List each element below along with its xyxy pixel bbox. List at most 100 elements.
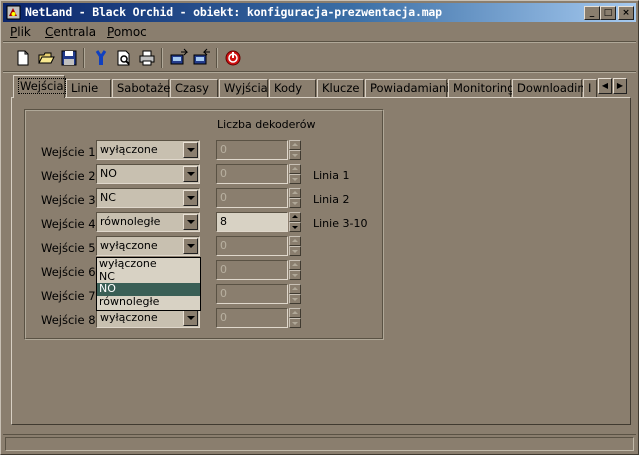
stop-icon[interactable] [223, 48, 243, 68]
input-2-decoder-stepper [289, 164, 301, 184]
tab-monitoring[interactable]: Monitoring [448, 79, 515, 97]
tab-czasy[interactable]: Czasy [170, 79, 218, 97]
tab-wejscia[interactable]: Wejścia [13, 75, 66, 98]
spin-up-icon [289, 140, 301, 150]
close-button[interactable]: × [618, 6, 634, 20]
spin-up-icon [289, 284, 301, 294]
toolbar-separator [83, 48, 85, 68]
open-folder-icon[interactable] [36, 48, 56, 68]
status-panel [5, 437, 634, 451]
app-window: NetLand - Black Orchid - obiekt: konfigu… [0, 0, 639, 455]
chevron-down-icon[interactable] [183, 238, 198, 254]
app-icon [6, 5, 21, 20]
spin-up-icon [289, 188, 301, 198]
toolbar-separator [161, 48, 163, 68]
input-5-mode-dropdown: wyłączone NC NO równoległe [96, 257, 201, 311]
connect-icon[interactable] [91, 48, 111, 68]
input-5-mode-select[interactable]: wyłączone [96, 236, 200, 256]
toolbar-separator [216, 48, 218, 68]
input-2-mode-select[interactable]: NO [96, 164, 200, 184]
menu-plik[interactable]: Plik [10, 25, 31, 39]
input-2-decoder-field: 0 [216, 164, 288, 184]
spin-up-icon [289, 164, 301, 174]
spin-down-icon [289, 294, 301, 304]
dropdown-option-wylaczone[interactable]: wyłączone [97, 257, 200, 271]
send-icon[interactable] [169, 48, 189, 68]
input-8-mode-select[interactable]: wyłączone [96, 308, 200, 328]
input-1-decoder-field: 0 [216, 140, 288, 160]
input-3-line-note: Linia 2 [313, 193, 350, 206]
tab-scroll-left-button[interactable]: ◀ [598, 78, 612, 94]
input-7-decoder-field: 0 [216, 284, 288, 304]
tab-kody[interactable]: Kody [269, 79, 316, 97]
tab-downloading[interactable]: Downloading [512, 79, 592, 97]
spin-down-icon [289, 246, 301, 256]
input-6-decoder-stepper [289, 260, 301, 280]
menu-pomoc[interactable]: Pomoc [107, 25, 147, 39]
tab-wyjscia[interactable]: Wyjścia [219, 79, 268, 97]
spin-up-icon[interactable] [289, 212, 301, 222]
decoder-count-header: Liczba dekoderów [217, 118, 316, 131]
input-1-decoder-stepper [289, 140, 301, 160]
chevron-down-icon[interactable] [183, 142, 198, 158]
chevron-down-icon[interactable] [183, 310, 198, 326]
spin-down-icon[interactable] [289, 222, 301, 232]
print-preview-icon[interactable] [114, 48, 134, 68]
input-4-decoder-field[interactable]: 8 [216, 212, 288, 232]
input-2-line-note: Linia 1 [313, 169, 350, 182]
status-bar [3, 434, 636, 452]
input-3-decoder-field: 0 [216, 188, 288, 208]
input-3-label: Wejście 3 [41, 193, 96, 207]
window-title: NetLand - Black Orchid - obiekt: konfigu… [25, 5, 442, 19]
input-3-decoder-stepper [289, 188, 301, 208]
input-7-decoder-stepper [289, 284, 301, 304]
tab-scroll-right-button[interactable]: ▶ [613, 78, 627, 94]
chevron-down-icon[interactable] [183, 214, 198, 230]
print-icon[interactable] [137, 48, 157, 68]
toolbar [3, 44, 636, 72]
input-4-mode-select[interactable]: równoległe [96, 212, 200, 232]
new-file-icon[interactable] [13, 48, 33, 68]
input-5-decoder-field: 0 [216, 236, 288, 256]
save-icon[interactable] [59, 48, 79, 68]
title-bar[interactable]: NetLand - Black Orchid - obiekt: konfigu… [3, 3, 636, 22]
spin-down-icon [289, 270, 301, 280]
input-8-decoder-field: 0 [216, 308, 288, 328]
tab-linie[interactable]: Linie [66, 79, 111, 97]
spin-up-icon [289, 308, 301, 318]
menu-centrala[interactable]: Centrala [45, 25, 96, 39]
input-4-line-note: Linie 3-10 [313, 217, 368, 230]
input-4-label: Wejście 4 [41, 217, 96, 231]
minimize-button[interactable]: _ [584, 6, 600, 20]
spin-up-icon [289, 236, 301, 246]
tab-klucze[interactable]: Klucze [317, 79, 364, 97]
input-2-label: Wejście 2 [41, 169, 96, 183]
spin-down-icon [289, 174, 301, 184]
spin-down-icon [289, 198, 301, 208]
menu-bar: Plik Centrala Pomoc [3, 23, 636, 41]
dropdown-option-rownolegle[interactable]: równoległe [97, 295, 200, 309]
maximize-button[interactable]: □ [600, 6, 616, 20]
input-8-label: Wejście 8 [41, 313, 96, 327]
tab-next-partial[interactable]: I [583, 79, 597, 97]
toolbar-separator-bottom [3, 71, 636, 73]
input-6-label: Wejście 6 [41, 265, 96, 279]
input-7-label: Wejście 7 [41, 289, 96, 303]
input-8-decoder-stepper [289, 308, 301, 328]
input-4-decoder-stepper[interactable] [289, 212, 301, 232]
spin-up-icon [289, 260, 301, 270]
spin-down-icon [289, 318, 301, 328]
chevron-down-icon[interactable] [183, 166, 198, 182]
input-5-label: Wejście 5 [41, 241, 96, 255]
menu-separator [3, 41, 636, 43]
tab-powiadamianie[interactable]: Powiadamianie [365, 79, 457, 97]
dropdown-option-no[interactable]: NO [97, 282, 200, 296]
chevron-down-icon[interactable] [183, 190, 198, 206]
input-3-mode-select[interactable]: NC [96, 188, 200, 208]
spin-down-icon [289, 150, 301, 160]
input-6-decoder-field: 0 [216, 260, 288, 280]
input-1-mode-select[interactable]: wyłączone [96, 140, 200, 160]
receive-icon[interactable] [192, 48, 212, 68]
tab-sabotaze[interactable]: Sabotaże [112, 79, 170, 97]
input-1-label: Wejście 1 [41, 145, 96, 159]
